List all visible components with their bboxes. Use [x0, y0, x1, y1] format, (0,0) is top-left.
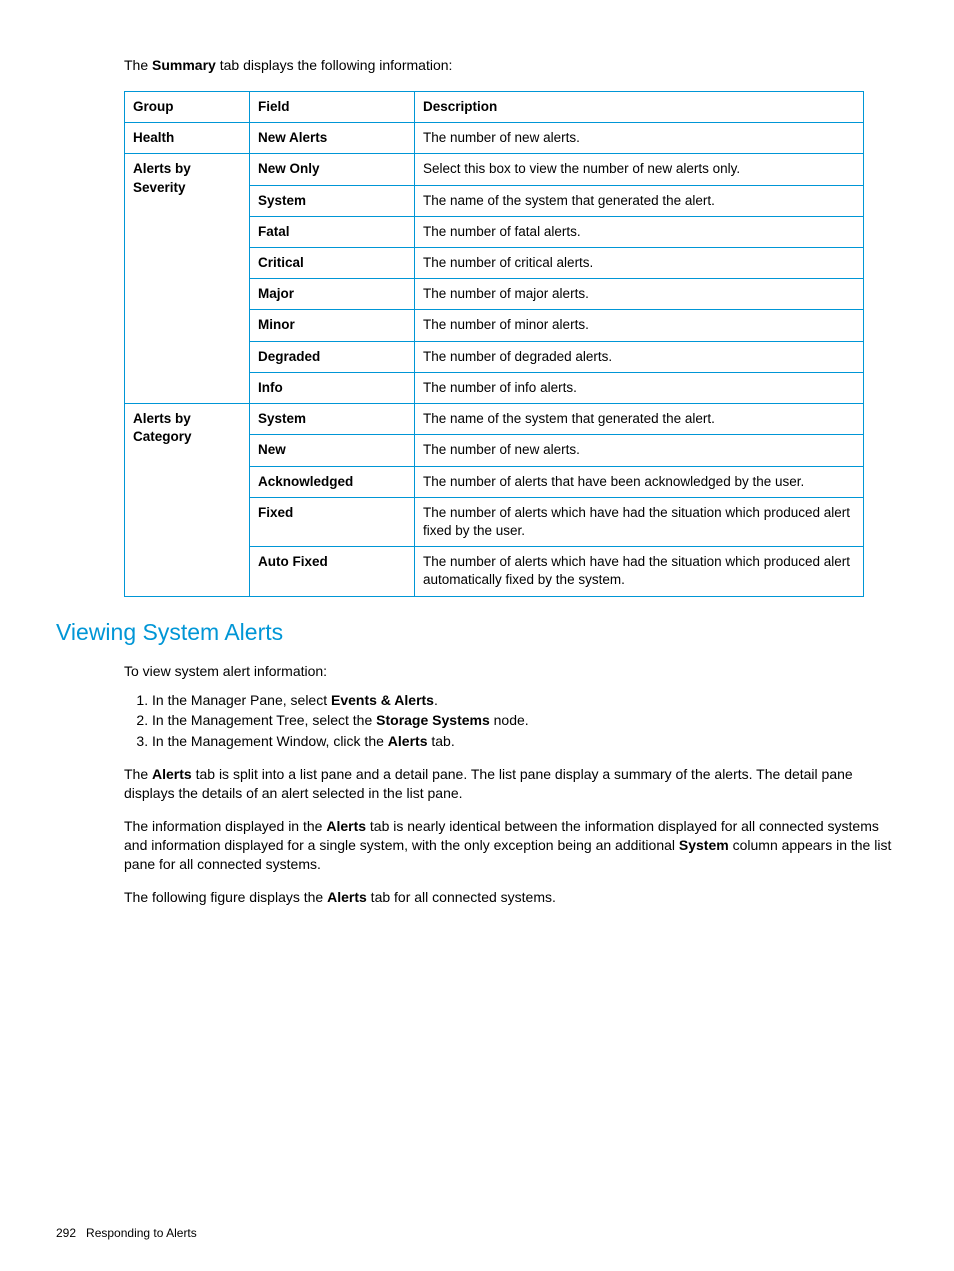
table-cell-field: Acknowledged: [250, 466, 415, 497]
table-cell-desc: The number of critical alerts.: [415, 247, 864, 278]
page-number: 292: [56, 1226, 76, 1240]
table-cell-desc: The number of new alerts.: [415, 435, 864, 466]
paragraph-2: The information displayed in the Alerts …: [124, 817, 898, 874]
intro-post: tab displays the following information:: [216, 57, 453, 73]
table-cell-field: Fixed: [250, 497, 415, 546]
table-cell-group: Health: [125, 123, 250, 154]
table-cell-field: Auto Fixed: [250, 547, 415, 596]
table-cell-field: System: [250, 404, 415, 435]
table-cell-field: Degraded: [250, 341, 415, 372]
table-cell-desc: The number of alerts which have had the …: [415, 547, 864, 596]
table-cell-desc: The number of info alerts.: [415, 372, 864, 403]
steps-list: In the Manager Pane, select Events & Ale…: [124, 691, 898, 752]
table-cell-desc: The number of fatal alerts.: [415, 216, 864, 247]
intro-pre: The: [124, 57, 152, 73]
step-item: In the Management Tree, select the Stora…: [152, 711, 898, 730]
th-field: Field: [250, 91, 415, 122]
table-cell-desc: Select this box to view the number of ne…: [415, 154, 864, 185]
view-intro: To view system alert information:: [124, 662, 898, 681]
page-footer: 292 Responding to Alerts: [56, 1225, 197, 1241]
table-cell-desc: The name of the system that generated th…: [415, 404, 864, 435]
paragraph-3: The following figure displays the Alerts…: [124, 888, 898, 907]
th-desc: Description: [415, 91, 864, 122]
table-cell-field: New: [250, 435, 415, 466]
table-cell-field: Minor: [250, 310, 415, 341]
intro-paragraph: The Summary tab displays the following i…: [124, 56, 898, 75]
table-cell-desc: The number of alerts which have had the …: [415, 497, 864, 546]
table-cell-desc: The number of major alerts.: [415, 279, 864, 310]
table-cell-group: Alerts by Category: [125, 404, 250, 597]
th-group: Group: [125, 91, 250, 122]
table-cell-desc: The number of minor alerts.: [415, 310, 864, 341]
table-cell-field: Info: [250, 372, 415, 403]
intro-bold: Summary: [152, 57, 216, 73]
table-cell-desc: The name of the system that generated th…: [415, 185, 864, 216]
step-item: In the Manager Pane, select Events & Ale…: [152, 691, 898, 710]
table-cell-desc: The number of degraded alerts.: [415, 341, 864, 372]
table-cell-desc: The number of new alerts.: [415, 123, 864, 154]
table-cell-field: New Only: [250, 154, 415, 185]
table-cell-desc: The number of alerts that have been ackn…: [415, 466, 864, 497]
table-cell-field: Major: [250, 279, 415, 310]
table-cell-field: Critical: [250, 247, 415, 278]
table-cell-field: New Alerts: [250, 123, 415, 154]
table-cell-field: System: [250, 185, 415, 216]
paragraph-1: The Alerts tab is split into a list pane…: [124, 765, 898, 803]
summary-table: Group Field Description HealthNew Alerts…: [124, 91, 864, 597]
table-cell-group: Alerts by Severity: [125, 154, 250, 404]
section-heading: Viewing System Alerts: [56, 617, 898, 648]
footer-title: Responding to Alerts: [86, 1226, 197, 1240]
step-item: In the Management Window, click the Aler…: [152, 732, 898, 751]
table-cell-field: Fatal: [250, 216, 415, 247]
